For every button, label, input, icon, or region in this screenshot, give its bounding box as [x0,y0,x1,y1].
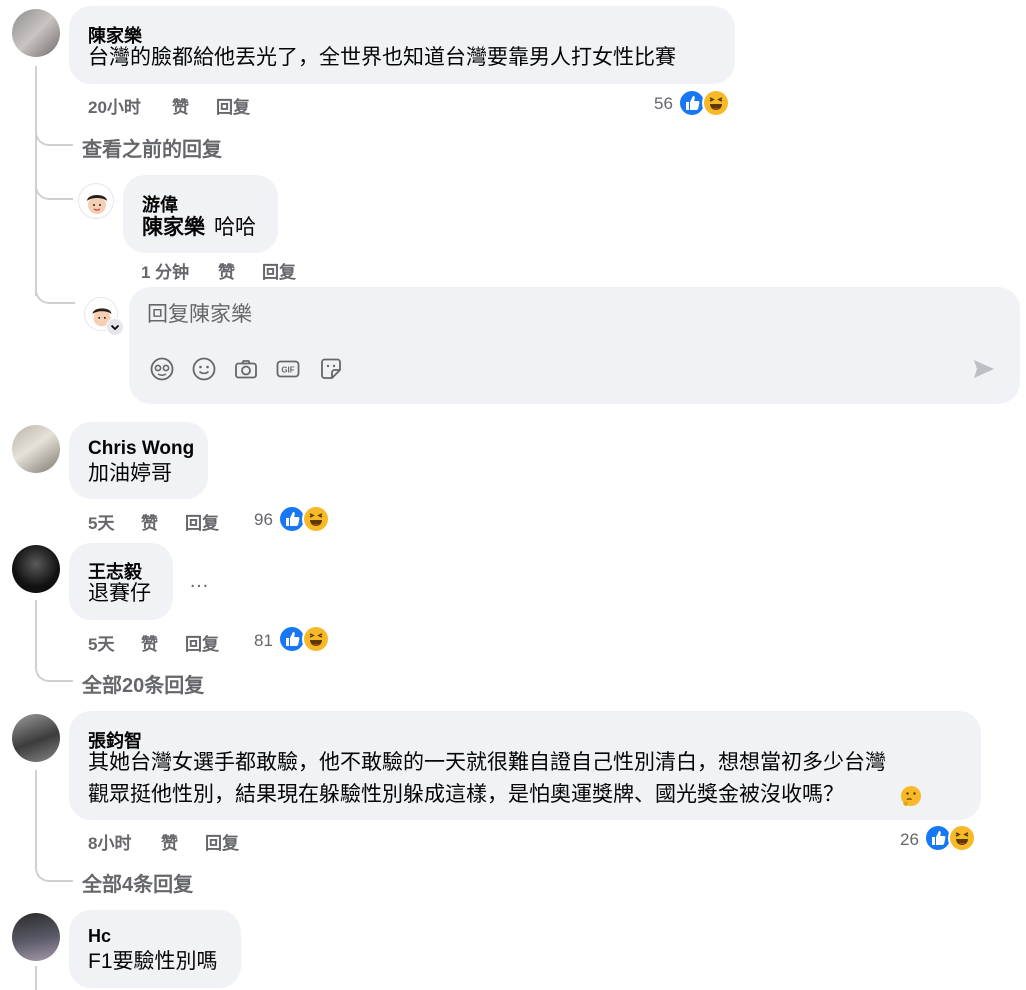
haha-reaction-icon [702,89,730,117]
like-button[interactable]: 赞 [172,93,189,118]
like-button[interactable]: 赞 [161,829,178,854]
haha-reaction-icon [302,625,330,653]
reply-time[interactable]: 1 分钟 [141,258,189,283]
thread-connector [35,128,73,146]
reactions[interactable] [924,824,978,852]
avatar-sticker-icon[interactable] [149,356,175,382]
haha-reaction-icon [302,505,330,533]
comment-time[interactable]: 5天 [88,630,114,655]
emoji-icon[interactable] [191,356,217,382]
reply-button[interactable]: 回复 [262,258,296,283]
thread-connector [35,600,73,682]
reply-button[interactable]: 回复 [185,630,219,655]
avatar[interactable] [12,714,60,762]
comment-text: F1要驗性別嗎 [88,950,218,973]
more-options-icon[interactable]: … [189,570,209,593]
reply-button[interactable]: 回复 [216,93,250,118]
avatar[interactable] [78,183,114,219]
comment-text: 台灣的臉都給他丟光了，全世界也知道台灣要靠男人打女性比賽 [88,46,676,69]
avatar[interactable] [12,545,60,593]
sticker-icon[interactable] [318,356,344,382]
send-icon[interactable] [971,356,997,382]
thread-connector [35,770,73,882]
comment-author[interactable]: Chris Wong [88,438,194,460]
like-button[interactable]: 赞 [141,630,158,655]
reactions[interactable] [278,505,332,533]
reaction-count[interactable]: 96 [254,510,273,530]
gif-icon[interactable]: GIF [275,356,301,382]
avatar[interactable] [12,913,60,961]
comment-time[interactable]: 5天 [88,509,114,534]
view-all-replies[interactable]: 全部20条回复 [82,669,204,698]
comment-time[interactable]: 8小时 [88,829,131,854]
thread-line [35,966,37,990]
comment-text-line: 觀眾挺他性別，結果現在躲驗性別躲成這樣，是怕奧運獎牌、國光獎金被沒收嗎？ [88,783,844,806]
reply-mention[interactable]: 陳家樂 [142,212,205,244]
comment-text: 退賽仔 [88,582,151,605]
reply-text: 哈哈 [214,216,256,239]
view-all-replies[interactable]: 全部4条回复 [82,868,193,897]
like-button[interactable]: 赞 [218,258,235,283]
face-icon [87,195,107,214]
like-button[interactable]: 赞 [141,509,158,534]
avatar[interactable] [12,9,60,57]
account-switch-chevron-icon[interactable] [106,318,124,336]
comment-time[interactable]: 20小时 [88,93,141,118]
thread-connector [35,282,75,304]
comment-author[interactable]: Hc [88,926,111,947]
composer-placeholder[interactable]: 回复陳家樂 [147,299,252,331]
avatar[interactable] [12,425,60,473]
comment-text-line: 其她台灣女選手都敢驗，他不敢驗的一天就很難自證自己性別清白，想想當初多少台灣 [88,751,886,774]
haha-reaction-icon [948,824,976,852]
reaction-count[interactable]: 26 [900,830,919,850]
reply-composer[interactable] [129,287,1020,404]
reactions[interactable] [678,89,732,117]
camera-icon[interactable] [233,356,259,382]
comment-text: 加油婷哥 [88,462,172,485]
reaction-count[interactable]: 56 [654,94,673,114]
reactions[interactable] [278,625,332,653]
reply-button[interactable]: 回复 [205,829,239,854]
thread-connector [35,180,73,200]
view-previous-replies[interactable]: 查看之前的回复 [82,133,222,162]
reaction-count[interactable]: 81 [254,631,273,651]
svg-text:GIF: GIF [281,366,294,375]
thinking-face-icon [901,786,921,806]
reply-button[interactable]: 回复 [185,509,219,534]
